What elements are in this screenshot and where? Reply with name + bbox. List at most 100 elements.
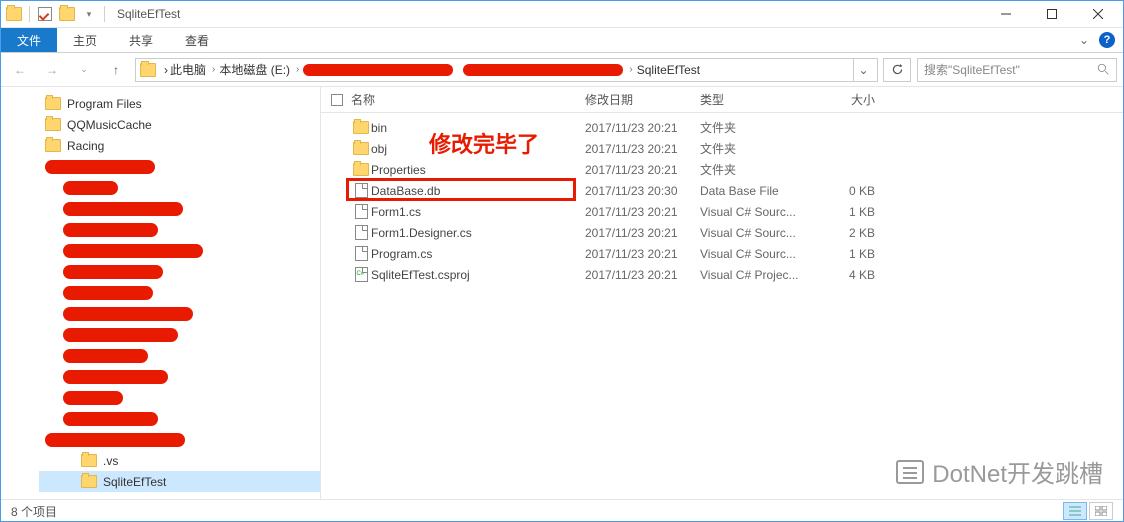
app-folder-icon[interactable] [3,3,25,25]
cell-date: 2017/11/23 20:21 [585,205,700,219]
file-row[interactable]: Form1.cs2017/11/23 20:21Visual C# Sourc.… [321,201,1123,222]
cell-type: 文件夹 [700,140,825,157]
tab-share[interactable]: 共享 [113,28,169,52]
cell-type: Data Base File [700,184,825,198]
tree-item[interactable]: Racing [39,135,320,156]
file-icon [355,204,368,219]
properties-qat-icon[interactable] [34,3,56,25]
tree-item[interactable] [39,219,320,240]
cell-size: 2 KB [825,226,885,240]
tree-item-label: .vs [103,454,118,468]
search-icon [1097,63,1110,76]
cell-name: SqliteEfTest.csproj [371,268,585,282]
view-details-button[interactable] [1063,502,1087,520]
separator [29,6,30,22]
close-button[interactable] [1075,1,1121,28]
nav-up-button[interactable]: ↑ [103,57,129,83]
tree-item[interactable]: Program Files [39,93,320,114]
folder-icon [45,118,61,131]
folder-tree[interactable]: Program Files QQMusicCacheRacing .vs Sqlite… [1,87,321,499]
tree-item[interactable] [39,282,320,303]
tree-item[interactable]: .vs [39,450,320,471]
minimize-button[interactable] [983,1,1029,28]
item-count: 8 个项目 [11,503,57,520]
file-row[interactable]: bin2017/11/23 20:21文件夹 [321,117,1123,138]
folder-icon [353,142,369,155]
tree-item[interactable] [39,345,320,366]
folder-icon [353,121,369,134]
col-header-date[interactable]: 修改日期 [585,91,700,108]
tree-item[interactable] [39,366,320,387]
cell-type: Visual C# Sourc... [700,226,825,240]
col-header-name[interactable]: 名称 [351,91,585,108]
col-header-size[interactable]: 大小 [825,91,885,108]
folder-icon [45,139,61,152]
tree-item[interactable] [39,177,320,198]
file-row[interactable]: DataBase.db2017/11/23 20:30Data Base Fil… [321,180,1123,201]
file-row[interactable]: obj2017/11/23 20:21文件夹 [321,138,1123,159]
file-icon [355,246,368,261]
tree-item[interactable]: QQMusicCache [39,114,320,135]
tab-view[interactable]: 查看 [169,28,225,52]
col-header-type[interactable]: 类型 [700,91,825,108]
tree-item[interactable] [39,240,320,261]
cell-size: 1 KB [825,247,885,261]
tab-file[interactable]: 文件 [1,28,57,52]
quick-access-toolbar: ▾ [3,3,109,25]
file-row[interactable]: Form1.Designer.cs2017/11/23 20:21Visual … [321,222,1123,243]
tree-item-label: SqliteEfTest [103,475,166,489]
tree-item[interactable]: SqliteEfTest [39,471,320,492]
search-input[interactable]: 搜索"SqliteEfTest" [917,58,1117,82]
tree-item[interactable] [39,198,320,219]
nav-recent-dropdown[interactable]: ⌄ [71,57,97,83]
maximize-button[interactable] [1029,1,1075,28]
cell-type: Visual C# Sourc... [700,205,825,219]
file-row[interactable]: Program.cs2017/11/23 20:21Visual C# Sour… [321,243,1123,264]
address-dropdown-icon[interactable]: ⌄ [853,59,873,81]
tree-item[interactable] [39,324,320,345]
tab-home[interactable]: 主页 [57,28,113,52]
tree-item[interactable] [39,261,320,282]
crumb-redacted [303,64,461,76]
tree-item[interactable] [39,156,320,177]
cell-size: 0 KB [825,184,885,198]
status-bar: 8 个项目 [1,499,1123,522]
cell-size: 4 KB [825,268,885,282]
file-icon [355,183,368,198]
cell-name: obj [371,142,585,156]
tree-item[interactable] [39,429,320,450]
search-placeholder: 搜索"SqliteEfTest" [924,61,1097,78]
file-rows: 修改完毕了 bin2017/11/23 20:21文件夹obj2017/11/2… [321,113,1123,499]
tree-item[interactable] [39,387,320,408]
file-list: 名称 修改日期 类型 大小 修改完毕了 bin2017/11/23 20:21文… [321,87,1123,499]
refresh-button[interactable] [883,58,911,82]
breadcrumb[interactable]: › 此电脑› 本地磁盘 (E:)› › SqliteEfTest ⌄ [135,58,878,82]
cell-name: Form1.cs [371,205,585,219]
ribbon-collapse-icon[interactable]: ⌄ [1079,33,1089,47]
breadcrumb-folder-icon [140,63,156,77]
crumb-current: SqliteEfTest [637,63,700,77]
qat-dropdown-icon[interactable]: ▾ [78,3,100,25]
cell-type: Visual C# Projec... [700,268,825,282]
tree-item-label: Program Files [67,97,142,111]
cell-name: Properties [371,163,585,177]
cell-name: Form1.Designer.cs [371,226,585,240]
folder-icon [45,97,61,110]
help-icon[interactable]: ? [1099,32,1115,48]
nav-back-button[interactable]: ← [7,57,33,83]
cell-name: DataBase.db [371,184,585,198]
tree-item[interactable] [39,408,320,429]
select-all-checkbox[interactable] [331,94,343,106]
tree-item[interactable] [39,303,320,324]
folder-icon [81,454,97,467]
folder-qat-icon[interactable] [56,3,78,25]
file-row[interactable]: SqliteEfTest.csproj2017/11/23 20:21Visua… [321,264,1123,285]
cell-name: Program.cs [371,247,585,261]
view-icons-button[interactable] [1089,502,1113,520]
nav-forward-button[interactable]: → [39,57,65,83]
cell-type: Visual C# Sourc... [700,247,825,261]
cell-size: 1 KB [825,205,885,219]
folder-icon [81,475,97,488]
file-row[interactable]: Properties2017/11/23 20:21文件夹 [321,159,1123,180]
ribbon-tabs: 文件 主页 共享 查看 ⌄ ? [1,28,1123,53]
